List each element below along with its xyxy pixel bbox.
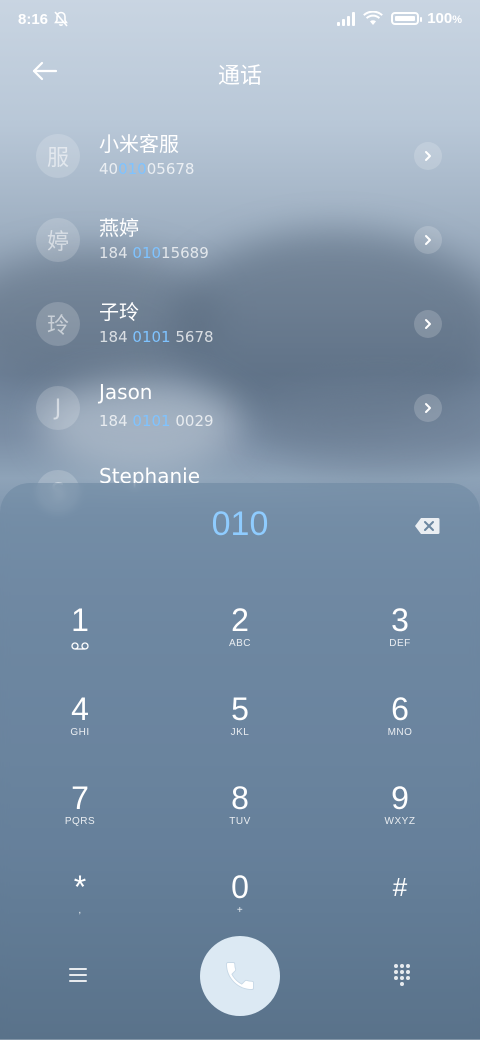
key-3[interactable]: 3 DEF	[340, 600, 460, 672]
phone-icon	[226, 962, 254, 990]
key-7[interactable]: 7 PQRS	[20, 778, 140, 850]
key-9[interactable]: 9 WXYZ	[340, 778, 460, 850]
contact-row[interactable]: 婷 燕婷 184 01015689	[0, 210, 480, 294]
key-hash[interactable]: #	[340, 867, 460, 939]
contact-detail-button[interactable]	[414, 226, 442, 254]
key-0[interactable]: 0 +	[180, 867, 300, 939]
status-time: 8:16	[18, 11, 49, 28]
avatar: 玲	[36, 302, 80, 346]
contact-row[interactable]: 服 小米客服 4001005678	[0, 126, 480, 210]
contact-name: 小米客服	[99, 132, 179, 156]
top-bar: 通话	[0, 48, 480, 92]
key-2[interactable]: 2 ABC	[180, 600, 300, 672]
key-star[interactable]: * ,	[20, 867, 140, 939]
signal-icon	[337, 11, 356, 26]
contact-row[interactable]: J Jason 184 0101 0029	[0, 378, 480, 462]
contact-row[interactable]: 玲 子玲 184 0101 5678	[0, 294, 480, 378]
key-1[interactable]: 1	[20, 600, 140, 672]
delete-button[interactable]	[414, 517, 440, 535]
avatar: 服	[36, 134, 80, 178]
contact-number: 184 0101 0029	[99, 412, 214, 430]
dialed-number: 010	[211, 505, 269, 543]
contact-detail-button[interactable]	[414, 310, 442, 338]
keypad-icon	[394, 964, 410, 986]
status-indicators: 100%	[337, 10, 462, 27]
page-title: 通话	[217, 64, 262, 89]
chevron-right-icon	[425, 151, 431, 161]
key-4[interactable]: 4 GHI	[20, 689, 140, 761]
battery-icon	[391, 12, 423, 25]
key-5[interactable]: 5 JKL	[180, 689, 300, 761]
avatar: J	[36, 386, 80, 430]
battery-level: 100%	[427, 10, 462, 27]
backspace-icon	[415, 518, 440, 534]
keypad-toggle-button[interactable]	[390, 962, 414, 986]
menu-button[interactable]	[66, 964, 90, 986]
contact-detail-button[interactable]	[414, 142, 442, 170]
contact-name: Jason	[99, 380, 153, 404]
contact-number: 4001005678	[99, 160, 195, 178]
call-button[interactable]	[200, 936, 280, 1016]
chevron-right-icon	[425, 235, 431, 245]
wifi-icon	[363, 11, 384, 25]
bell-off-icon	[54, 11, 68, 27]
menu-icon	[69, 968, 87, 982]
chevron-right-icon	[425, 403, 431, 413]
contact-name: 燕婷	[99, 216, 139, 240]
chevron-right-icon	[425, 319, 431, 329]
voicemail-icon	[71, 642, 89, 650]
status-bar: 8:16 100%	[0, 0, 480, 40]
contact-number: 184 01015689	[99, 244, 209, 262]
key-8[interactable]: 8 TUV	[180, 778, 300, 850]
contact-name: 子玲	[99, 300, 139, 324]
avatar: 婷	[36, 218, 80, 262]
contact-detail-button[interactable]	[414, 394, 442, 422]
contact-number: 184 0101 5678	[99, 328, 214, 346]
key-6[interactable]: 6 MNO	[340, 689, 460, 761]
